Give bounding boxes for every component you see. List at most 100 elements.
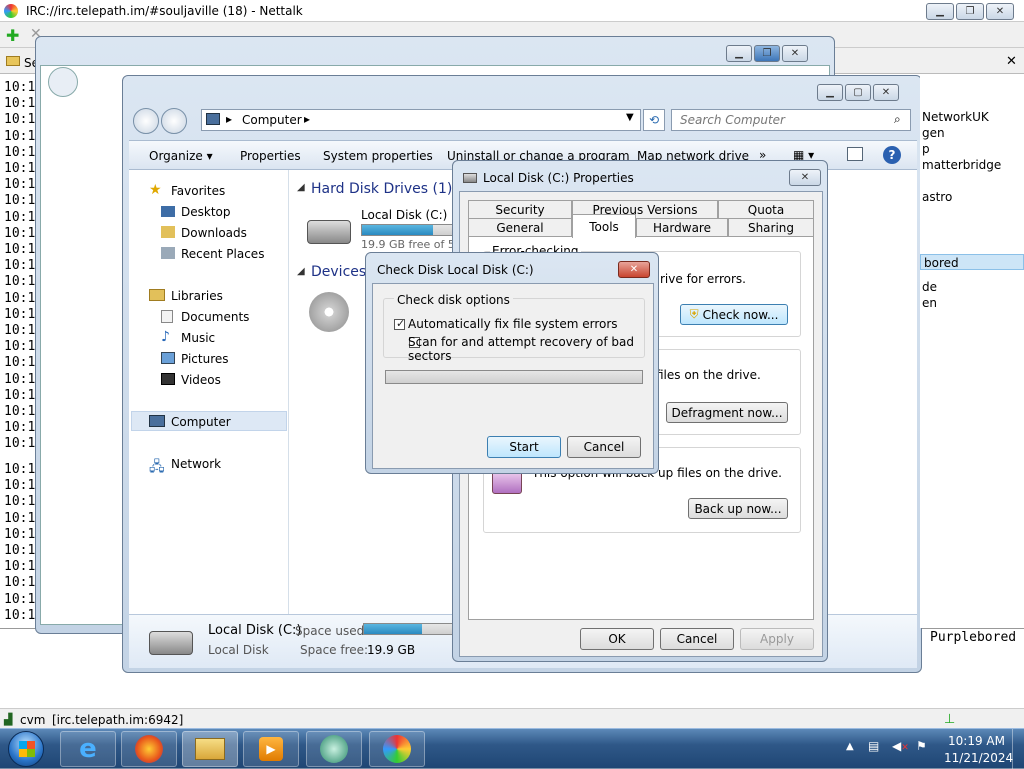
dvd-drive-icon[interactable] (309, 292, 349, 332)
forward-button[interactable] (161, 108, 187, 134)
check-progress-bar (385, 370, 643, 384)
taskbar-nettalk[interactable] (369, 731, 425, 767)
irc-nick[interactable]: en (922, 296, 937, 310)
documents-icon (161, 310, 173, 323)
irc-timestamp: 10:1 (4, 128, 36, 144)
disk-free-text: 19.9 GB free of 59 (361, 238, 462, 251)
check-disk-cancel-button[interactable]: Cancel (567, 436, 641, 458)
irc-nick[interactable]: matterbridge (922, 158, 1001, 172)
check-now-button[interactable]: ⛨ Check now... (680, 304, 788, 325)
nav-music[interactable]: Music (181, 331, 215, 345)
hdd-group-header: Hard Disk Drives (1) (311, 181, 453, 197)
tab-quota[interactable]: Quota (718, 200, 814, 218)
properties-close-button[interactable]: ✕ (789, 169, 821, 186)
start-button[interactable]: Start (487, 436, 561, 458)
nav-computer[interactable]: Computer (171, 415, 231, 429)
irc-timestamp: 10:1 (4, 209, 36, 225)
irc-timestamp: 10:1 (4, 436, 36, 452)
local-disk-item[interactable]: Local Disk (C:) 19.9 GB free of 59 (303, 206, 471, 254)
tray-network-icon[interactable]: ▤ (868, 739, 879, 753)
details-free-value: 19.9 GB (367, 643, 416, 657)
irc-nick[interactable]: NetworkUK (922, 110, 989, 124)
properties-cancel-button[interactable]: Cancel (660, 628, 734, 650)
nav-favorites[interactable]: Favorites (171, 184, 225, 198)
media-player-icon: ▶ (259, 737, 283, 761)
defrag-text: files on the drive. (656, 368, 761, 382)
irc-timestamp: 10:1 (4, 306, 36, 322)
show-desktop-button[interactable] (1012, 729, 1024, 769)
irc-timestamp: 10:1 (4, 225, 36, 241)
taskbar-media[interactable]: ▶ (243, 731, 299, 767)
irc-nick[interactable]: de (922, 280, 937, 294)
nav-desktop[interactable]: Desktop (181, 205, 231, 219)
preview-pane-icon[interactable] (847, 147, 863, 161)
bg-back-button[interactable] (48, 67, 78, 97)
back-button[interactable] (133, 108, 159, 134)
start-button-orb[interactable] (8, 731, 44, 767)
explorer-minimize-button[interactable]: ▁ (817, 84, 843, 101)
ok-button[interactable]: OK (580, 628, 654, 650)
folder-icon[interactable] (6, 56, 20, 66)
irc-timestamp: 10:1 (4, 387, 36, 403)
options-group-label: Check disk options (394, 293, 513, 307)
address-dropdown-icon[interactable]: ▼ (626, 112, 634, 123)
tray-date[interactable]: 11/21/2024 (944, 751, 1013, 765)
input-nick: Purplebored (930, 630, 1017, 645)
taskbar-firefox[interactable] (121, 731, 177, 767)
irc-nick[interactable]: astro (922, 190, 952, 204)
backup-now-button[interactable]: Back up now... (688, 498, 788, 519)
nav-documents[interactable]: Documents (181, 310, 249, 324)
tray-volume-icon[interactable]: ◀✕ (892, 739, 909, 753)
help-icon[interactable]: ? (883, 146, 901, 164)
add-icon[interactable]: ✚ (6, 26, 19, 45)
irc-timestamp: 10:1 (4, 559, 36, 575)
irc-nick[interactable]: gen (922, 126, 945, 140)
details-usage-bar (363, 623, 453, 635)
defragment-now-button[interactable]: Defragment now... (666, 402, 788, 423)
cmd-properties[interactable]: Properties (240, 149, 301, 163)
bg-minimize-button[interactable]: ▁ (726, 45, 752, 62)
tray-expand-icon[interactable]: ▲ (846, 741, 854, 752)
network-icon: 🖧 (149, 459, 165, 475)
favorites-star-icon: ★ (149, 182, 162, 198)
nav-videos[interactable]: Videos (181, 373, 221, 387)
nav-downloads[interactable]: Downloads (181, 226, 247, 240)
irc-minimize-button[interactable]: ▁ (926, 3, 954, 20)
bg-maximize-button[interactable]: ❐ (754, 45, 780, 62)
irc-nick[interactable]: p (922, 142, 930, 156)
fix-errors-checkbox[interactable]: ✓ (394, 317, 405, 330)
cmd-organize[interactable]: Organize ▾ (149, 149, 213, 163)
tray-flag-icon[interactable]: ⚑ (916, 739, 927, 753)
taskbar-explorer[interactable] (182, 731, 238, 767)
nav-pictures[interactable]: Pictures (181, 352, 229, 366)
cmd-system-properties[interactable]: System properties (323, 149, 433, 163)
music-icon: ♪ (161, 329, 170, 345)
irc-restore-button[interactable]: ❐ (956, 3, 984, 20)
properties-drive-icon (463, 173, 477, 183)
tab-tools[interactable]: Tools (572, 214, 636, 238)
taskbar-network-app[interactable] (306, 731, 362, 767)
tab-security[interactable]: Security (468, 200, 572, 218)
apply-button[interactable]: Apply (740, 628, 814, 650)
irc-window-title: IRC://irc.telepath.im/#souljaville (18) … (26, 4, 303, 18)
tab-hardware[interactable]: Hardware (636, 218, 728, 236)
tab-sharing[interactable]: Sharing (728, 218, 814, 236)
nav-libraries[interactable]: Libraries (171, 289, 223, 303)
tray-time[interactable]: 10:19 AM (948, 734, 1005, 748)
refresh-button[interactable]: ⟲ (643, 109, 665, 131)
check-disk-close-button[interactable]: ✕ (618, 261, 650, 278)
tab-general[interactable]: General (468, 218, 572, 236)
irc-nick[interactable]: bored (924, 256, 959, 270)
explorer-maximize-button[interactable]: ▢ (845, 84, 871, 101)
irc-close-button[interactable]: ✕ (986, 3, 1014, 20)
close-tab-icon[interactable]: ✕ (1006, 54, 1017, 69)
address-bar[interactable]: ▸ Computer ▸ ▼ (201, 109, 641, 131)
search-input[interactable]: Search Computer ⌕ (671, 109, 911, 131)
nettalk-logo-icon (4, 4, 18, 18)
nav-recent-places[interactable]: Recent Places (181, 247, 264, 261)
irc-timestamp: 10:1 (4, 355, 36, 371)
taskbar-ie[interactable]: e (60, 731, 116, 767)
explorer-close-button[interactable]: ✕ (873, 84, 899, 101)
nav-network[interactable]: Network (171, 457, 221, 471)
bg-close-button[interactable]: ✕ (782, 45, 808, 62)
